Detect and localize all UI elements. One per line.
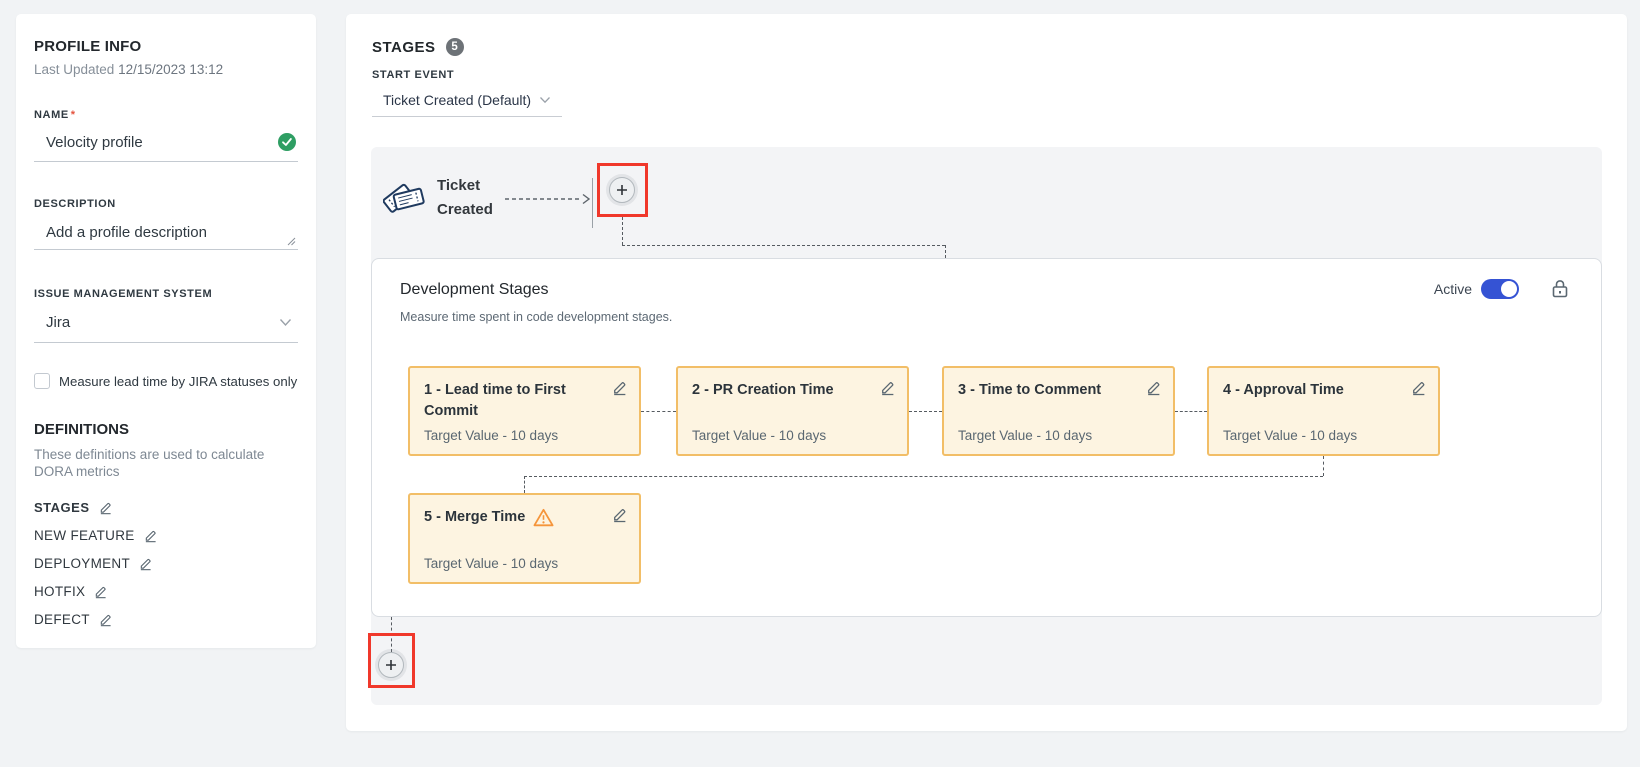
stage-target-value: Target Value - 10 days [424, 556, 558, 571]
last-updated-value: 12/15/2023 13:12 [118, 62, 223, 77]
resize-handle-icon[interactable] [287, 237, 296, 246]
connector [1323, 456, 1324, 476]
connector [641, 411, 676, 412]
stages-count-badge: 5 [446, 38, 464, 56]
active-toggle-label: Active [1434, 281, 1472, 297]
lock-icon[interactable] [1551, 279, 1569, 299]
connector [945, 245, 946, 258]
development-stages-group: Development Stages Measure time spent in… [371, 258, 1602, 617]
lead-time-checkbox[interactable] [34, 373, 50, 389]
description-textarea[interactable]: Add a profile description [34, 218, 298, 250]
stage-title: 1 - Lead time to First Commit [424, 380, 594, 422]
profile-info-title: PROFILE INFO [34, 38, 298, 55]
name-label: NAME* [34, 109, 298, 121]
connector [1175, 411, 1207, 412]
connector [909, 411, 942, 412]
required-asterisk: * [71, 109, 76, 121]
definition-item-hotfix: HOTFIX [34, 584, 298, 599]
stages-header: STAGES 5 START EVENT Ticket Created (Def… [346, 14, 1627, 117]
drop-guide-line [592, 178, 593, 228]
connector [524, 476, 525, 493]
add-stage-button-top[interactable] [609, 177, 635, 203]
definition-item-defect: DEFECT [34, 612, 298, 627]
stage-title: 2 - PR Creation Time [692, 380, 862, 401]
stage-card-1[interactable]: 1 - Lead time to First Commit Target Val… [408, 366, 641, 456]
connector [524, 476, 1323, 477]
stage-target-value: Target Value - 10 days [1223, 428, 1357, 443]
plus-icon [616, 184, 628, 196]
connector [622, 217, 623, 245]
profile-info-panel: PROFILE INFO Last Updated 12/15/2023 13:… [16, 14, 316, 648]
check-circle-icon [278, 133, 296, 151]
add-stage-button-bottom[interactable] [378, 652, 404, 678]
connector [622, 245, 945, 246]
start-event-value: Ticket Created (Default) [383, 92, 531, 108]
edit-pencil-icon[interactable] [1411, 380, 1426, 396]
definition-item-new-feature: NEW FEATURE [34, 528, 298, 543]
edit-pencil-icon[interactable] [139, 557, 152, 571]
stages-panel: STAGES 5 START EVENT Ticket Created (Def… [346, 14, 1627, 731]
chevron-down-icon [539, 96, 551, 104]
description-placeholder: Add a profile description [46, 224, 296, 241]
edit-pencil-icon[interactable] [612, 507, 627, 523]
stage-target-value: Target Value - 10 days [958, 428, 1092, 443]
last-updated: Last Updated 12/15/2023 13:12 [34, 62, 298, 77]
group-title: Development Stages [400, 281, 549, 299]
name-field[interactable]: Velocity profile [34, 127, 298, 162]
warning-icon [533, 508, 554, 527]
edit-pencil-icon[interactable] [99, 613, 112, 627]
edit-pencil-icon[interactable] [1146, 380, 1161, 396]
ims-value: Jira [46, 314, 279, 331]
ims-label: ISSUE MANAGEMENT SYSTEM [34, 288, 298, 300]
active-toggle[interactable] [1481, 279, 1519, 299]
stage-target-value: Target Value - 10 days [424, 428, 558, 443]
stage-card-5[interactable]: 5 - Merge Time Target Value - 10 days [408, 493, 641, 584]
definition-item-deployment: DEPLOYMENT [34, 556, 298, 571]
lead-time-checkbox-label: Measure lead time by JIRA statuses only [59, 374, 297, 389]
edit-pencil-icon[interactable] [880, 380, 895, 396]
edit-pencil-icon[interactable] [612, 380, 627, 396]
lead-time-checkbox-row: Measure lead time by JIRA statuses only [34, 373, 298, 389]
edit-pencil-icon[interactable] [94, 585, 107, 599]
description-label: DESCRIPTION [34, 198, 298, 210]
toggle-knob [1501, 281, 1517, 297]
plus-icon [385, 659, 397, 671]
definitions-description: These definitions are used to calculate … [34, 446, 284, 480]
flow-arrow-icon [505, 192, 593, 211]
stage-card-4[interactable]: 4 - Approval Time Target Value - 10 days [1207, 366, 1440, 456]
name-value: Velocity profile [46, 134, 278, 151]
stage-card-3[interactable]: 3 - Time to Comment Target Value - 10 da… [942, 366, 1175, 456]
group-subtitle: Measure time spent in code development s… [400, 310, 672, 324]
workflow-canvas: Ticket Created Development S [371, 147, 1602, 705]
start-event-label: START EVENT [372, 69, 1627, 81]
last-updated-label: Last Updated [34, 62, 114, 77]
stages-title: STAGES [372, 39, 436, 56]
stage-card-2[interactable]: 2 - PR Creation Time Target Value - 10 d… [676, 366, 909, 456]
ims-select[interactable]: Jira [34, 308, 298, 343]
stage-target-value: Target Value - 10 days [692, 428, 826, 443]
ticket-icon [383, 173, 427, 224]
start-event-dropdown[interactable]: Ticket Created (Default) [372, 88, 562, 117]
stage-title: 5 - Merge Time [424, 507, 525, 528]
stage-title: 3 - Time to Comment [958, 380, 1128, 401]
page: PROFILE INFO Last Updated 12/15/2023 13:… [0, 0, 1640, 767]
edit-pencil-icon[interactable] [144, 529, 157, 543]
edit-pencil-icon[interactable] [99, 501, 112, 515]
stage-title: 4 - Approval Time [1223, 380, 1393, 401]
definitions-title: DEFINITIONS [34, 421, 298, 438]
chevron-down-icon [279, 318, 292, 327]
definition-item-stages: STAGES [34, 500, 298, 515]
